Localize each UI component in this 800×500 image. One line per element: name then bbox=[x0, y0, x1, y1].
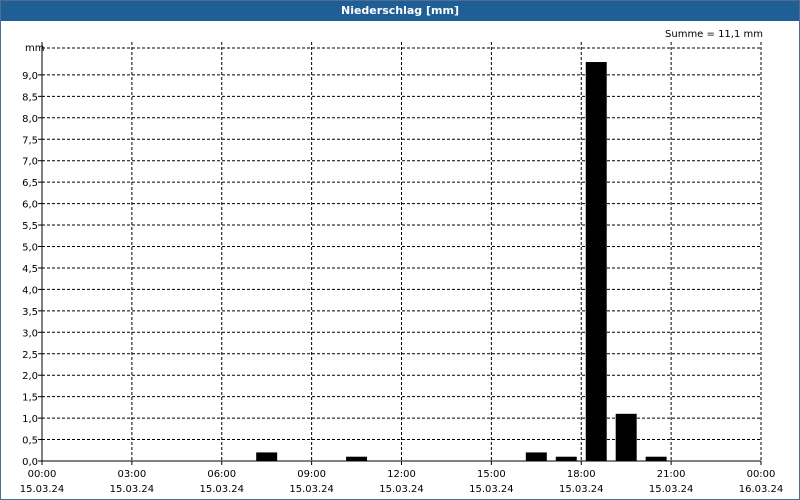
y-tick-label: 0,0 bbox=[22, 457, 38, 468]
y-tick-labels: 0,0 0,5 1,0 1,5 2,0 2,5 3,0 3,5 4,0 4,5 5,0 5,5 6,0 6… bbox=[22, 71, 38, 468]
bar bbox=[256, 452, 278, 461]
x-tick-time: 00:00 bbox=[28, 469, 57, 480]
x-tick-date: 15.03.24 bbox=[20, 484, 65, 495]
x-tick-time: 09:00 bbox=[297, 469, 326, 480]
x-tick-labels: 00:00 15.03.24 03:00 15.03.24 06:00 15.03.24 0… bbox=[20, 469, 784, 495]
bar bbox=[346, 456, 368, 461]
y-tick-label: 6,5 bbox=[22, 178, 38, 189]
y-tick-label: 4,5 bbox=[22, 264, 38, 275]
x-tick-time: 06:00 bbox=[207, 469, 236, 480]
y-tick-label: 7,0 bbox=[22, 157, 38, 168]
x-tick-date: 15.03.24 bbox=[379, 484, 424, 495]
bar bbox=[525, 452, 547, 461]
x-tick-date: 15.03.24 bbox=[469, 484, 514, 495]
x-tick-date: 16.03.24 bbox=[739, 484, 784, 495]
y-tick-label: 7,5 bbox=[22, 135, 38, 146]
x-tick-date: 15.03.24 bbox=[110, 484, 155, 495]
y-tick-label: 3,5 bbox=[22, 307, 38, 318]
y-tick-label: 3,0 bbox=[22, 328, 38, 339]
y-tick-label: 4,0 bbox=[22, 285, 38, 296]
bar bbox=[645, 456, 667, 461]
bar bbox=[555, 456, 577, 461]
x-tick-time: 03:00 bbox=[117, 469, 146, 480]
bar bbox=[585, 62, 607, 461]
chart-title: Niederschlag [mm] bbox=[1, 1, 799, 21]
bar bbox=[615, 413, 637, 461]
y-tick-label: 1,5 bbox=[22, 393, 38, 404]
y-tick-label: 5,0 bbox=[22, 243, 38, 254]
x-tick-date: 15.03.24 bbox=[199, 484, 244, 495]
y-tick-label: 6,0 bbox=[22, 200, 38, 211]
sum-annotation: Summe = 11,1 mm bbox=[665, 29, 763, 40]
x-tick-date: 15.03.24 bbox=[649, 484, 694, 495]
y-tick-label: 1,0 bbox=[22, 414, 38, 425]
y-tick-label: 2,5 bbox=[22, 350, 38, 361]
x-tick-date: 15.03.24 bbox=[559, 484, 604, 495]
y-tick-label: 5,5 bbox=[22, 221, 38, 232]
chart-window: Niederschlag [mm] mm Summe = 11,1 mm 0,0… bbox=[0, 0, 800, 500]
y-tick-label: 0,5 bbox=[22, 436, 38, 447]
x-tick-date: 15.03.24 bbox=[289, 484, 334, 495]
y-tick-label: 9,0 bbox=[22, 71, 38, 82]
y-axis-label: mm bbox=[25, 43, 44, 54]
x-tick-time: 18:00 bbox=[567, 469, 596, 480]
x-tick-time: 21:00 bbox=[657, 469, 686, 480]
x-tick-time: 12:00 bbox=[387, 469, 416, 480]
x-tick-time: 00:00 bbox=[747, 469, 776, 480]
y-tick-label: 8,5 bbox=[22, 92, 38, 103]
y-tick-label: 2,0 bbox=[22, 371, 38, 382]
y-tick-label: 8,0 bbox=[22, 114, 38, 125]
x-tick-time: 15:00 bbox=[477, 469, 506, 480]
precipitation-chart: mm Summe = 11,1 mm 0,0 0,5 1,0 1,5 2,0 2,5 3,0… bbox=[20, 29, 784, 495]
